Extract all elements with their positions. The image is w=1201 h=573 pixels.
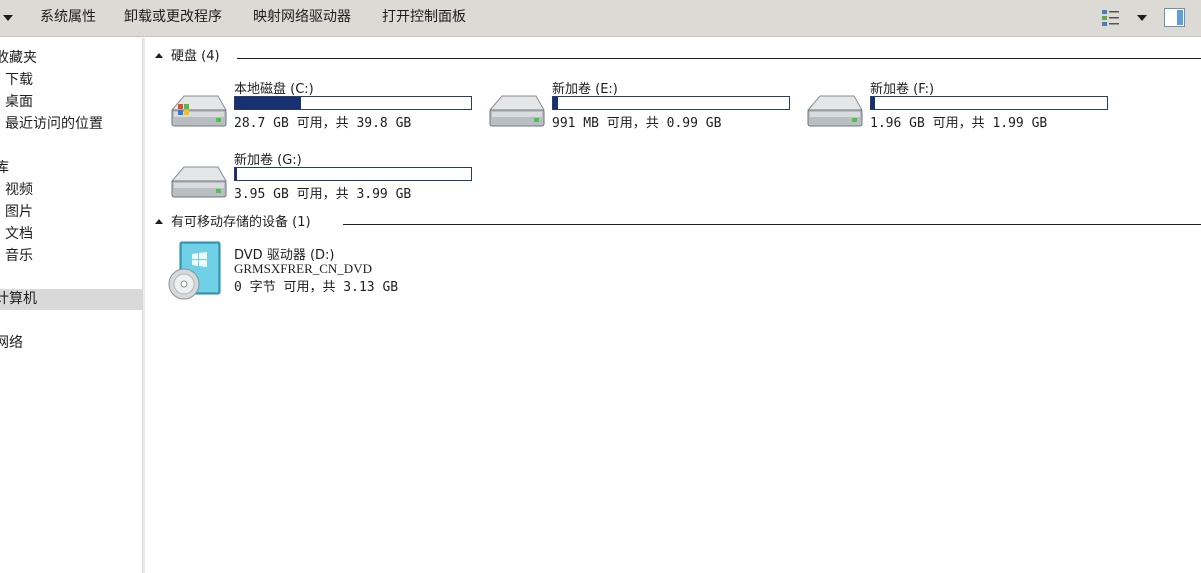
- preview-pane-icon[interactable]: [1164, 8, 1185, 27]
- nav-libraries[interactable]: 库: [0, 158, 137, 179]
- pane-splitter[interactable]: [142, 38, 145, 573]
- map-network-drive-button[interactable]: 映射网络驱动器: [253, 0, 351, 37]
- drive-g-usage-fill: [235, 168, 237, 180]
- drive-c[interactable]: 本地磁盘 (C:) 28.7 GB 可用，共 39.8 GB: [168, 78, 478, 138]
- drive-e-name: 新加卷 (E:): [552, 82, 618, 97]
- drive-f-name: 新加卷 (F:): [870, 82, 935, 97]
- change-view-icon[interactable]: [1101, 8, 1121, 28]
- organize-dropdown-arrow-icon[interactable]: [3, 15, 13, 21]
- drive-e-usage-bar: [552, 96, 790, 110]
- command-bar: 系统属性 卸载或更改程序 映射网络驱动器 打开控制面板: [0, 0, 1201, 37]
- nav-computer[interactable]: 计算机: [0, 289, 142, 310]
- dvd-drive-d[interactable]: DVD 驱动器 (D:) GRMSXFRER_CN_DVD 0 字节 可用，共 …: [166, 240, 466, 304]
- nav-network[interactable]: 网络: [0, 333, 137, 354]
- hard-drive-icon: [170, 166, 227, 198]
- collapse-triangle-icon: [155, 53, 163, 58]
- group-title-removable: 有可移动存储的设备 (1): [171, 215, 311, 230]
- drive-c-usage-fill: [235, 97, 301, 109]
- dvd-volume-label: GRMSXFRER_CN_DVD: [234, 261, 372, 276]
- nav-videos[interactable]: 视频: [5, 180, 147, 201]
- group-header-hard-disks[interactable]: 硬盘 (4): [155, 48, 220, 66]
- group-divider: [343, 224, 1201, 225]
- drive-c-usage-bar: [234, 96, 472, 110]
- nav-desktop[interactable]: 桌面: [5, 92, 147, 113]
- group-title-hard-disks: 硬盘 (4): [171, 49, 220, 64]
- hard-drive-icon: [488, 95, 545, 127]
- nav-computer-label: 计算机: [0, 291, 37, 307]
- group-divider: [237, 58, 1201, 59]
- group-header-removable[interactable]: 有可移动存储的设备 (1): [155, 214, 311, 232]
- drive-f-space: 1.96 GB 可用，共 1.99 GB: [870, 116, 1048, 131]
- drive-f-usage-fill: [871, 97, 875, 109]
- dvd-disc-box-icon: [168, 241, 221, 300]
- open-control-panel-button[interactable]: 打开控制面板: [382, 0, 466, 37]
- system-properties-button[interactable]: 系统属性: [40, 0, 96, 37]
- view-options-arrow-icon[interactable]: [1137, 15, 1147, 21]
- dvd-space: 0 字节 可用，共 3.13 GB: [234, 280, 399, 295]
- nav-favorites[interactable]: 收藏夹: [0, 48, 137, 69]
- drive-c-name: 本地磁盘 (C:): [234, 82, 314, 97]
- drive-g-name: 新加卷 (G:): [234, 153, 302, 168]
- hard-drive-windows-icon: [170, 95, 227, 127]
- drive-f[interactable]: 新加卷 (F:) 1.96 GB 可用，共 1.99 GB: [804, 78, 1114, 138]
- hard-drive-icon: [806, 95, 863, 127]
- drive-g-usage-bar: [234, 167, 472, 181]
- drive-f-usage-bar: [870, 96, 1108, 110]
- uninstall-program-button[interactable]: 卸载或更改程序: [124, 0, 222, 37]
- nav-pictures[interactable]: 图片: [5, 202, 147, 223]
- navigation-pane: 收藏夹 下载 桌面 最近访问的位置 库 视频 图片 文档 音乐 计算机 网络: [0, 38, 142, 573]
- drive-g[interactable]: 新加卷 (G:) 3.95 GB 可用，共 3.99 GB: [168, 149, 478, 209]
- nav-recent-places[interactable]: 最近访问的位置: [5, 114, 147, 135]
- drive-c-space: 28.7 GB 可用，共 39.8 GB: [234, 116, 412, 131]
- nav-music[interactable]: 音乐: [5, 246, 147, 267]
- drive-e-space: 991 MB 可用，共 0.99 GB: [552, 116, 722, 131]
- collapse-triangle-icon: [155, 219, 163, 224]
- nav-downloads[interactable]: 下载: [5, 70, 147, 91]
- drive-e-usage-fill: [553, 97, 558, 109]
- nav-documents[interactable]: 文档: [5, 224, 147, 245]
- drive-g-space: 3.95 GB 可用，共 3.99 GB: [234, 187, 412, 202]
- drive-e[interactable]: 新加卷 (E:) 991 MB 可用，共 0.99 GB: [486, 78, 796, 138]
